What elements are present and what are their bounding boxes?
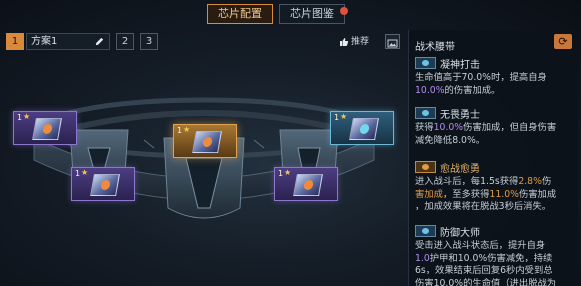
star-icon: ★ [81,168,89,177]
preview-button[interactable] [385,34,400,49]
star-icon: ★ [183,125,191,134]
recommend-label: 推荐 [351,36,370,47]
scheme-3-button[interactable]: 3 [140,33,158,50]
chip-slot-5[interactable]: 1 ★ [330,111,394,145]
chip-image [293,174,323,196]
refresh-icon: ⟳ [558,35,568,48]
chip-image [90,174,120,196]
panel-title: 战术腰带 [415,42,455,53]
scheme-3-label: 3 [145,36,153,47]
tab-chip-config-label: 芯片配置 [218,7,262,20]
chip-image [349,118,379,140]
chip-slot-4[interactable]: 1 ★ [274,167,338,201]
tactic-chip-icon [415,161,436,173]
scheme-2-label: 2 [121,36,129,47]
tactical-belt-panel[interactable]: 战术腰带 ⟳ 凝神打击 生命值高于70.0%时，提高自身 10.0%的伤害加成。… [408,30,578,286]
chip-slot-2[interactable]: 1 ★ [71,167,135,201]
tactic-name: 无畏勇士 [440,109,480,121]
chip-level: 1 [278,169,284,178]
tactic-description: 生命值高于70.0%时，提高自身 10.0%的伤害加成。 [415,72,547,96]
top-tab-bar: 芯片配置 芯片图鉴 [207,4,348,24]
tactic-description: 进入战斗后，每1.5s获得2.8%伤 害加成，至多获得11.0%伤害加成 ，加成… [415,176,557,212]
thumbs-up-icon [340,37,349,46]
tactic-name: 防御大师 [440,227,480,239]
tactic-name: 凝神打击 [440,59,480,71]
chip-level: 1 [75,169,81,178]
star-icon: ★ [284,168,292,177]
edit-icon[interactable] [94,36,105,47]
star-icon: ★ [340,112,348,121]
chip-level: 1 [17,113,23,122]
refresh-button[interactable]: ⟳ [554,34,572,49]
tactic-entry-1: 凝神打击 生命值高于70.0%时，提高自身 10.0%的伤害加成。 [415,56,577,97]
chip-image [32,118,62,140]
tactic-description: 获得10.0%伤害加成，但自身伤害 减免降低8.0%。 [415,122,557,146]
chip-level: 1 [334,113,340,122]
scheme-name-text: 方案1 [31,36,58,47]
chip-config-screen: 芯片配置 芯片图鉴 1 方案1 2 3 推荐 1 ★ 1 ★ 1 ★ 1 ★ 1… [0,0,581,286]
tab-chip-config[interactable]: 芯片配置 [207,4,273,24]
chip-slot-1[interactable]: 1 ★ [13,111,77,145]
tab-chip-codex[interactable]: 芯片图鉴 [279,4,348,24]
tactic-entry-3: 愈战愈勇 进入战斗后，每1.5s获得2.8%伤 害加成，至多获得11.0%伤害加… [415,160,577,214]
chip-slot-3[interactable]: 1 ★ [173,124,237,158]
recommend-button[interactable]: 推荐 [337,34,372,49]
tactic-entry-2: 无畏勇士 获得10.0%伤害加成，但自身伤害 减免降低8.0%。 [415,106,577,147]
tactic-chip-icon [415,225,436,237]
chip-level: 1 [177,126,183,135]
tactic-name: 愈战愈勇 [440,163,480,175]
chip-image [192,131,222,153]
tactic-chip-icon [415,57,436,69]
tactic-description: 受击进入战斗状态后，提升自身 1.0护甲和10.0%伤害减免，持续 6s，效果结… [415,240,557,286]
scheme-1-label: 1 [11,36,19,47]
scheme-name-field[interactable]: 方案1 [26,33,110,50]
tab-chip-codex-label: 芯片图鉴 [290,7,334,20]
image-icon [387,39,398,48]
tactic-entry-4: 防御大师 受击进入战斗状态后，提升自身 1.0护甲和10.0%伤害减免，持续 6… [415,224,577,286]
notification-dot [340,7,348,15]
scheme-2-button[interactable]: 2 [116,33,134,50]
star-icon: ★ [23,112,31,121]
scheme-1-button[interactable]: 1 [6,33,24,50]
tactic-chip-icon [415,107,436,119]
